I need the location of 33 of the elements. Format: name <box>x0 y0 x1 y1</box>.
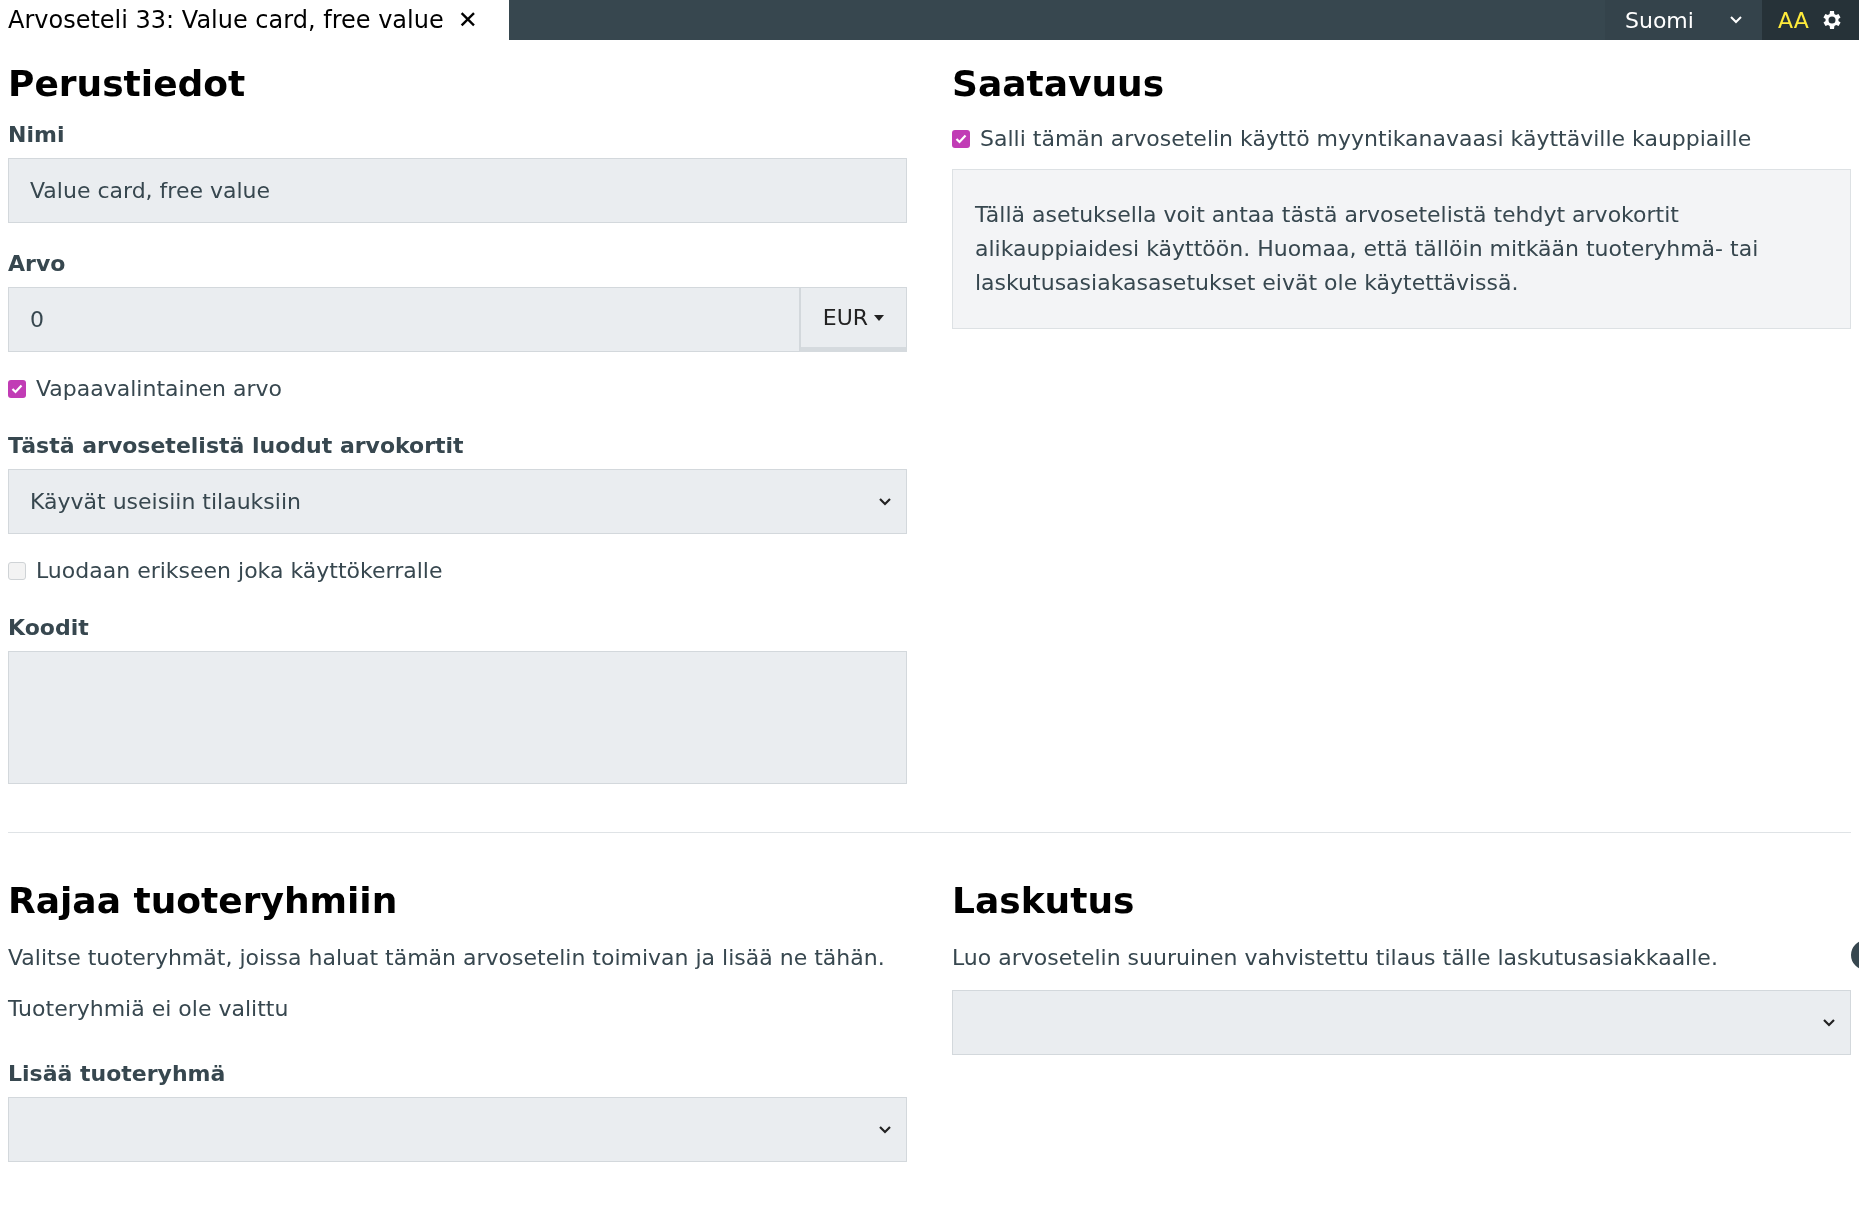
section-heading: Rajaa tuoteryhmiin <box>8 883 399 919</box>
section-heading: Perustiedot <box>8 66 247 102</box>
select-field[interactable]: Käyvät useisiin tilauksiin <box>8 469 907 534</box>
checkbox-label: Vapaavalintainen arvo <box>36 375 283 403</box>
checkbox[interactable] <box>8 561 26 580</box>
select-field[interactable] <box>8 1097 907 1162</box>
select-field[interactable] <box>952 990 1851 1055</box>
chevron-down-icon <box>878 1124 892 1135</box>
section-heading: Saatavuus <box>952 66 1166 102</box>
language-select[interactable]: Suomi <box>1605 0 1762 40</box>
field-label: Lisää tuoteryhmä <box>8 1063 227 1085</box>
empty-text: Tuoteryhmiä ei ole valittu <box>8 995 290 1023</box>
chevron-down-icon <box>1730 16 1742 24</box>
chevron-down-icon <box>1822 1017 1836 1028</box>
close-button[interactable]: ✕ <box>457 2 478 38</box>
field-label: Tästä arvosetelistä luodut arvokortit <box>8 435 465 457</box>
field-label: Nimi <box>8 124 66 146</box>
title-tab[interactable]: Arvoseteli 33: Value card, free value ✕ <box>0 0 509 40</box>
checkbox[interactable] <box>8 379 26 398</box>
caret-icon <box>874 314 885 321</box>
chevron-down-icon <box>878 496 892 507</box>
checkbox[interactable] <box>952 129 970 148</box>
checkbox-label: Salli tämän arvosetelin käyttö myyntikanavaasi käyttäville kauppiaille <box>980 125 1752 153</box>
info-box: Tällä asetuksella voit antaa tästä arvosetelistä tehdyt arvokortit alikauppiaidesi käyttöön. Huomaa, että tällöin mitkään tuoteryhmä- tai laskutusasiakasasetukset eivät ole käytettävissä. <box>952 169 1851 329</box>
checkbox-label: Luodaan erikseen joka käyttökerralle <box>36 557 443 585</box>
description-text: Valitse tuoteryhmät, joissa haluat tämän arvosetelin toimivan ja lisää ne tähän. <box>8 944 886 972</box>
name-field[interactable]: Value card, free value <box>8 158 907 223</box>
value-field[interactable]: 0 <box>8 287 800 352</box>
description-text: Luo arvosetelin suuruinen vahvistettu tilaus tälle laskutusasiakkaalle. <box>952 944 1719 972</box>
field-label: Koodit <box>8 617 90 639</box>
section-heading: Laskutus <box>952 883 1136 919</box>
currency-button[interactable]: EUR <box>800 287 907 352</box>
field-label: Arvo <box>8 253 67 275</box>
